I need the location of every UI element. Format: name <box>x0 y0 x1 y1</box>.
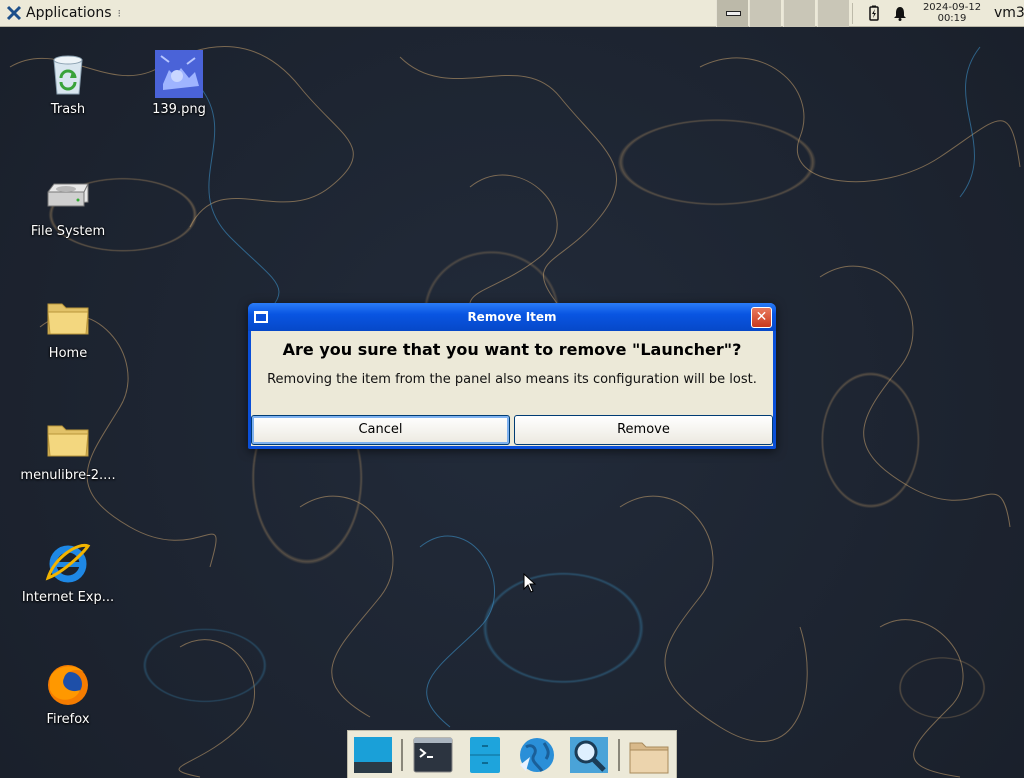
drive-icon <box>44 172 92 220</box>
desktop-icon-label: Firefox <box>46 712 90 727</box>
battery-icon[interactable] <box>866 5 882 21</box>
close-icon[interactable]: ✕ <box>751 307 772 328</box>
mouse-cursor-icon <box>523 573 537 593</box>
dock-separator <box>401 739 403 771</box>
clock-date: 2024-09-12 <box>922 2 982 13</box>
remove-button[interactable]: Remove <box>514 415 773 445</box>
internet-explorer-icon <box>44 538 92 586</box>
clock-time: 00:19 <box>937 13 967 24</box>
folder-icon <box>44 294 92 342</box>
cancel-button[interactable]: Cancel <box>251 415 510 445</box>
desktop-icon-menulibre[interactable]: menulibre-2.... <box>18 416 118 483</box>
web-browser-icon[interactable] <box>516 735 558 775</box>
workspace-1[interactable] <box>716 0 748 27</box>
bottom-dock <box>347 730 677 778</box>
xfce-logo-icon <box>6 5 22 21</box>
applications-menu[interactable]: Applications ⁝ <box>2 2 125 24</box>
hostname-label[interactable]: vm3 <box>994 5 1024 21</box>
desktop-icon-file-system[interactable]: File System <box>18 172 118 239</box>
image-file-icon <box>155 50 203 98</box>
dialog-title: Remove Item <box>467 310 557 324</box>
folder-icon <box>44 416 92 464</box>
desktop-icon-label: 139.png <box>152 102 206 117</box>
desktop-icon-label: File System <box>30 224 106 239</box>
dialog-message: Removing the item from the panel also me… <box>267 372 757 387</box>
desktop-icon-firefox[interactable]: Firefox <box>18 660 118 727</box>
desktop-icon-trash[interactable]: Trash <box>18 50 118 117</box>
dock-separator <box>618 739 620 771</box>
panel-handle-icon: ⁝ <box>117 6 122 20</box>
dialog-heading: Are you sure that you want to remove "La… <box>282 340 742 359</box>
desktop-icon-home[interactable]: Home <box>18 294 118 361</box>
top-panel: Applications ⁝ 2024-09-12 00:19 vm3 <box>0 0 1024 27</box>
window-thumbnail <box>726 11 741 16</box>
firefox-icon <box>44 660 92 708</box>
desktop-icon-internet-explorer[interactable]: Internet Exp... <box>18 538 118 605</box>
desktop-icon-label: menulibre-2.... <box>20 468 116 483</box>
terminal-icon[interactable] <box>412 735 454 775</box>
dialog-titlebar[interactable]: Remove Item ✕ <box>248 303 776 331</box>
remove-item-dialog: Remove Item ✕ Are you sure that you want… <box>248 303 776 449</box>
workspace-4[interactable] <box>817 0 849 27</box>
desktop-icon-label: Home <box>48 346 88 361</box>
app-finder-icon[interactable] <box>568 735 610 775</box>
trash-icon <box>44 50 92 98</box>
panel-separator <box>852 3 853 24</box>
show-desktop-icon[interactable] <box>352 735 394 775</box>
notification-bell-icon[interactable] <box>892 5 908 21</box>
desktop-icon-label: Trash <box>50 102 86 117</box>
folder-icon[interactable] <box>628 735 670 775</box>
workspace-3[interactable] <box>783 0 815 27</box>
desktop-icon-image-file[interactable]: 139.png <box>129 50 229 117</box>
clock[interactable]: 2024-09-12 00:19 <box>918 2 986 24</box>
workspace-2[interactable] <box>749 0 781 27</box>
file-manager-icon[interactable] <box>464 735 506 775</box>
applications-label: Applications <box>26 5 112 21</box>
desktop-icon-label: Internet Exp... <box>21 590 115 605</box>
